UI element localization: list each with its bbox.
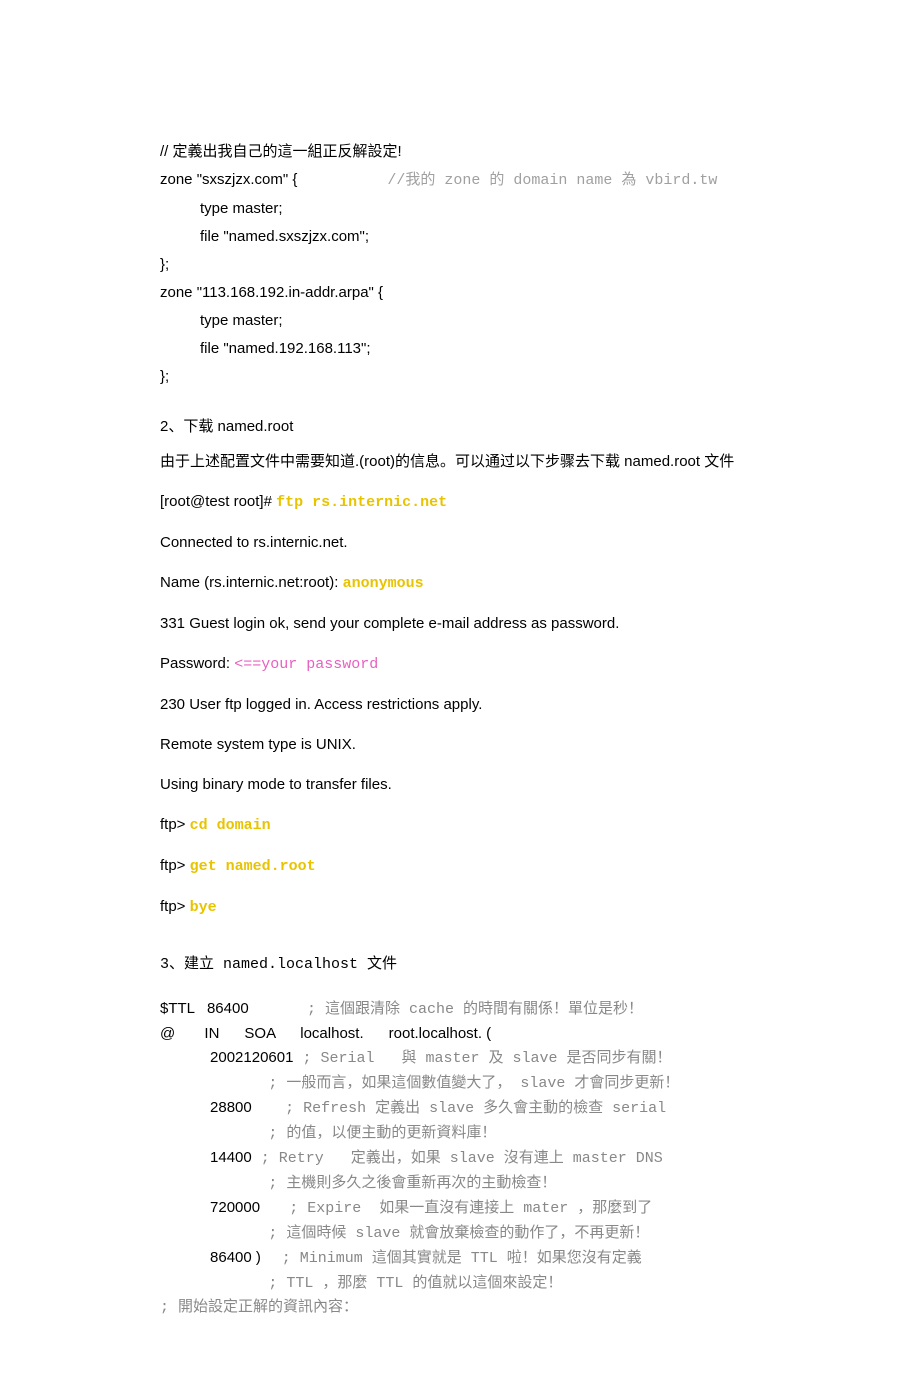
retry-line: 14400 ; Retry 定義出，如果 slave 沒有連上 master D… xyxy=(160,1146,760,1171)
retry-comment: ; Retry 定義出，如果 slave 沒有連上 master DNS xyxy=(252,1150,663,1167)
close-brace-1: }; xyxy=(160,253,760,277)
ftp-password-label: Password: xyxy=(160,655,234,672)
ftp-prompt-3: ftp> xyxy=(160,898,190,915)
ftp-anonymous: anonymous xyxy=(343,575,424,592)
expire-comment: ; Expire 如果一直沒有連接上 mater ，那麼到了 xyxy=(289,1200,652,1217)
minimum-comment-2-text: ; TTL ，那麼 TTL 的值就以這個來設定！ xyxy=(268,1275,562,1292)
ftp-name-line: Name (rs.internic.net:root): anonymous xyxy=(160,568,760,599)
ftp-bye: bye xyxy=(190,899,217,916)
soa-header: @ IN SOA localhost. root.localhost. ( xyxy=(160,1022,760,1046)
zone-file-block: $TTL 86400 ; 這個跟清除 cache 的時間有關係！單位是秒！ @ … xyxy=(160,997,760,1320)
serial-comment: ; Serial 與 master 及 slave 是否同步有關！ xyxy=(293,1050,671,1067)
ftp-bye-line: ftp> bye xyxy=(160,892,760,923)
type-master-2: type master; xyxy=(160,309,760,333)
serial-value: 2002120601 xyxy=(210,1049,293,1066)
serial-comment-2-text: ; 一般而言，如果這個數值變大了， slave 才會同步更新！ xyxy=(268,1075,679,1092)
minimum-line: 86400 ) ; Minimum 這個其實就是 TTL 啦！如果您沒有定義 xyxy=(160,1246,760,1271)
ftp-cd-domain: cd domain xyxy=(190,817,271,834)
section-2-title: 2、下载 named.root xyxy=(160,415,760,439)
section-2-desc: 由于上述配置文件中需要知道.(root)的信息。可以通过以下步骤去下载 name… xyxy=(160,447,760,477)
ttl-value: $TTL 86400 xyxy=(160,1000,249,1017)
refresh-line: 28800 ; Refresh 定義出 slave 多久會主動的檢查 seria… xyxy=(160,1096,760,1121)
ftp-binary-mode: Using binary mode to transfer files. xyxy=(160,770,760,800)
ftp-connect-cmd: ftp rs.internic.net xyxy=(276,494,447,511)
document-page: // 定義出我自己的這一組正反解設定! zone "sxszjzx.com" {… xyxy=(0,0,920,1380)
file-line-1: file "named.sxszjzx.com"; xyxy=(160,225,760,249)
ftp-get-named: get named.root xyxy=(190,858,316,875)
ftp-prompt-1: ftp> xyxy=(160,816,190,833)
ftp-name-prompt: Name (rs.internic.net:root): xyxy=(160,574,343,591)
ttl-comment: ; 這個跟清除 cache 的時間有關係！單位是秒！ xyxy=(307,1001,643,1018)
ftp-connected: Connected to rs.internic.net. xyxy=(160,528,760,558)
refresh-comment-2-text: ; 的值，以便主動的更新資料庫！ xyxy=(268,1125,496,1142)
ftp-password-hint: <==your password xyxy=(234,656,378,673)
ttl-line: $TTL 86400 ; 這個跟清除 cache 的時間有關係！單位是秒！ xyxy=(160,997,760,1022)
ftp-remote-unix: Remote system type is UNIX. xyxy=(160,730,760,760)
refresh-comment-2: ; 的值，以便主動的更新資料庫！ xyxy=(160,1121,760,1146)
ftp-get-line: ftp> get named.root xyxy=(160,851,760,882)
ftp-331: 331 Guest login ok, send your complete e… xyxy=(160,609,760,639)
zone-decl-1: zone "sxszjzx.com" { //我的 zone 的 domain … xyxy=(160,168,760,193)
close-brace-2: }; xyxy=(160,365,760,389)
retry-comment-2: ; 主機則多久之後會重新再次的主動檢查！ xyxy=(160,1171,760,1196)
config-block-1: // 定義出我自己的這一組正反解設定! zone "sxszjzx.com" {… xyxy=(160,140,760,389)
config-comment: // 定義出我自己的這一組正反解設定! xyxy=(160,140,760,164)
minimum-comment-2: ; TTL ，那麼 TTL 的值就以這個來設定！ xyxy=(160,1271,760,1296)
ftp-cd-line: ftp> cd domain xyxy=(160,810,760,841)
zone-decl-2: zone "113.168.192.in-addr.arpa" { xyxy=(160,281,760,305)
expire-comment-2-text: ; 這個時候 slave 就會放棄檢查的動作了，不再更新！ xyxy=(268,1225,649,1242)
prompt-root: [root@test root]# xyxy=(160,493,276,510)
file-line-2: file "named.192.168.113"; xyxy=(160,337,760,361)
retry-value: 14400 xyxy=(210,1149,252,1166)
refresh-value: 28800 xyxy=(210,1099,252,1116)
retry-comment-2-text: ; 主機則多久之後會重新再次的主動檢查！ xyxy=(268,1175,556,1192)
ftp-password-line: Password: <==your password xyxy=(160,649,760,680)
ftp-prompt-2: ftp> xyxy=(160,857,190,874)
zone-line: zone "sxszjzx.com" { xyxy=(160,171,297,188)
expire-comment-2: ; 這個時候 slave 就會放棄檢查的動作了，不再更新！ xyxy=(160,1221,760,1246)
ftp-230: 230 User ftp logged in. Access restricti… xyxy=(160,690,760,720)
minimum-comment: ; Minimum 這個其實就是 TTL 啦！如果您沒有定義 xyxy=(282,1250,642,1267)
expire-line: 720000 ; Expire 如果一直沒有連接上 mater ，那麼到了 xyxy=(160,1196,760,1221)
zone-comment: //我的 zone 的 domain name 為 vbird.tw xyxy=(297,172,717,189)
ftp-cmd-line: [root@test root]# ftp rs.internic.net xyxy=(160,487,760,518)
minimum-value: 86400 ) xyxy=(210,1249,261,1266)
expire-value: 720000 xyxy=(210,1199,260,1216)
forward-records-comment: ; 開始設定正解的資訊內容： xyxy=(160,1296,760,1320)
section-3-title: 3、建立 named.localhost 文件 xyxy=(160,953,760,977)
type-master-1: type master; xyxy=(160,197,760,221)
serial-comment-2: ; 一般而言，如果這個數值變大了， slave 才會同步更新！ xyxy=(160,1071,760,1096)
serial-line: 2002120601 ; Serial 與 master 及 slave 是否同… xyxy=(160,1046,760,1071)
refresh-comment: ; Refresh 定義出 slave 多久會主動的檢查 serial xyxy=(285,1100,666,1117)
